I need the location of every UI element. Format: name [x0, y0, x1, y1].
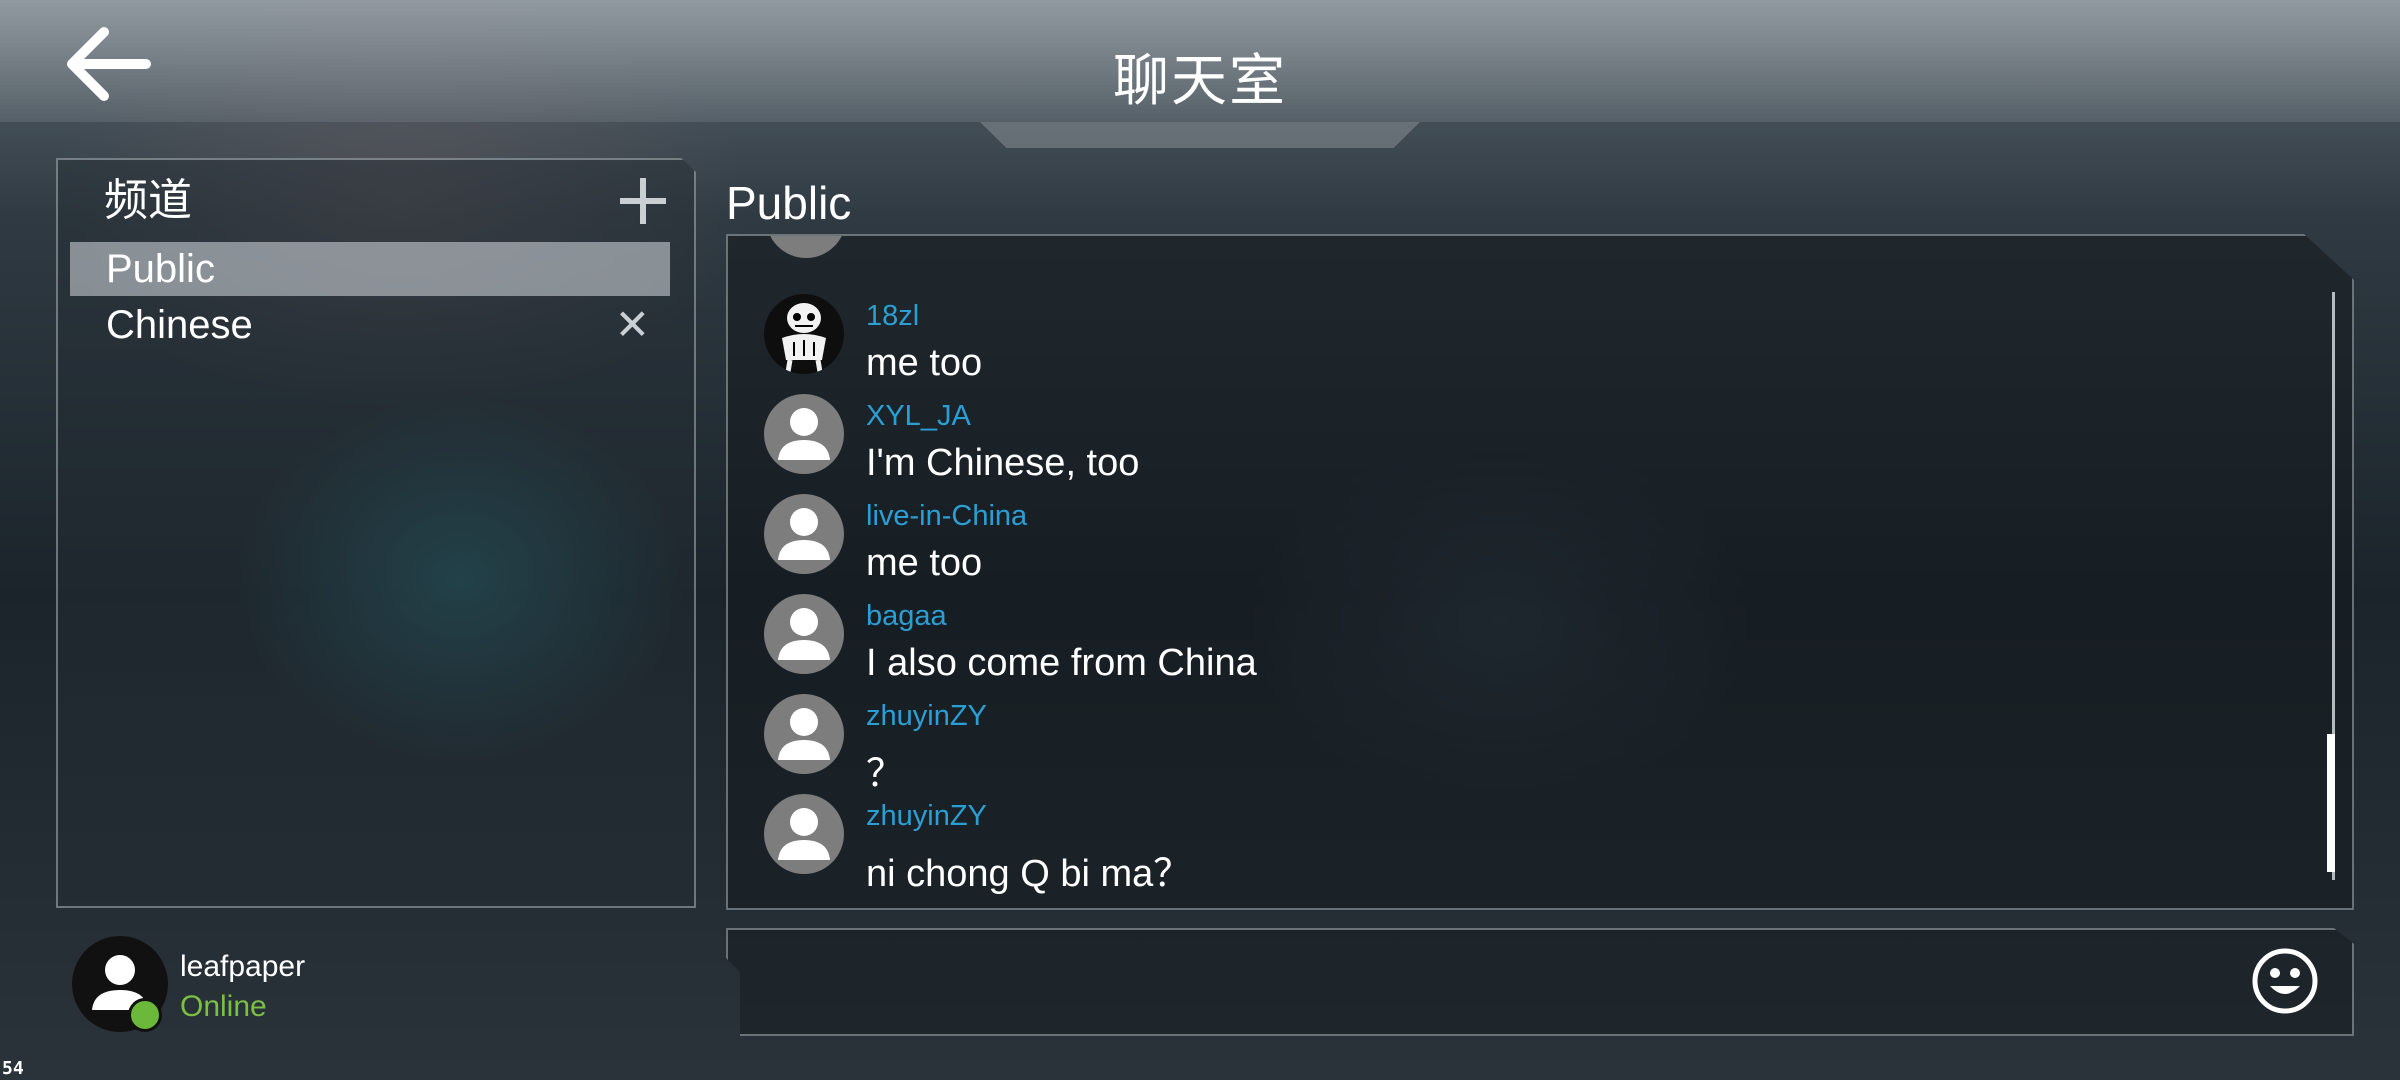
message-username[interactable]: XYL_JA — [866, 400, 971, 433]
channel-label: Chinese — [106, 303, 253, 347]
message-username[interactable]: zhuyinZY — [866, 800, 987, 833]
channel-list-title: 频道 — [104, 176, 192, 225]
user-avatar-icon — [778, 508, 830, 560]
message-avatar[interactable] — [764, 394, 844, 474]
channel-item-chinese[interactable]: Chinese ✕ — [70, 298, 670, 352]
message-text: I also come from China — [866, 642, 1257, 684]
scrollbar-thumb[interactable] — [2327, 734, 2335, 872]
user-avatar-icon — [778, 408, 830, 460]
top-bar-notch — [980, 122, 1420, 148]
message-input[interactable] — [726, 928, 2354, 1036]
user-name: leafpaper — [180, 950, 306, 983]
message-text: me too — [866, 342, 983, 384]
message-text: I'm Chinese, too — [866, 442, 1140, 484]
add-channel-button[interactable] — [618, 176, 668, 226]
channel-label: Public — [106, 247, 215, 291]
message-avatar[interactable] — [764, 294, 844, 374]
message-text: ？ — [866, 753, 905, 795]
message-username[interactable]: live-in-China — [866, 500, 1027, 533]
emoji-button[interactable] — [2250, 946, 2320, 1016]
message-avatar[interactable] — [764, 594, 844, 674]
close-icon[interactable]: ✕ — [615, 298, 650, 352]
skeleton-avatar-icon — [782, 303, 826, 373]
channel-item-public[interactable]: Public — [70, 242, 670, 296]
message-username[interactable]: 18zl — [866, 300, 919, 333]
message-username[interactable]: zhuyinZY — [866, 700, 987, 733]
user-avatar-icon — [778, 708, 830, 760]
partial-avatar — [766, 236, 846, 258]
message-text: ni chong Q bi ma？ — [866, 853, 1192, 895]
message-avatar[interactable] — [764, 694, 844, 774]
message-text: me too — [866, 542, 983, 584]
message-avatar[interactable] — [764, 494, 844, 574]
message-username[interactable]: bagaa — [866, 600, 947, 633]
message-avatar[interactable] — [764, 794, 844, 874]
user-avatar-icon — [778, 808, 830, 860]
online-indicator — [128, 998, 162, 1032]
fps-counter: 54 — [2, 1058, 24, 1079]
page-title: 聊天室 — [1113, 49, 1287, 112]
user-avatar-icon — [778, 608, 830, 660]
chat-channel-title: Public — [726, 177, 852, 229]
user-status: Online — [180, 990, 267, 1023]
smiley-icon — [2252, 948, 2318, 1014]
